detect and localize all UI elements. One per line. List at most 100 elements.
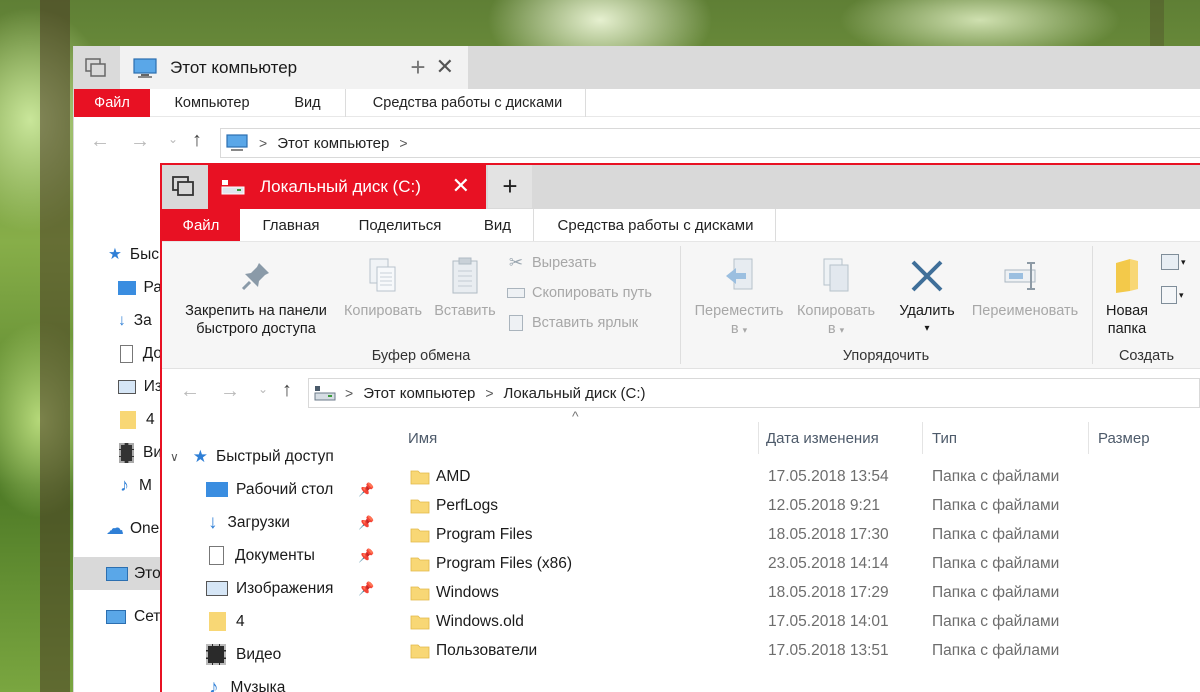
up-arrow-icon[interactable]: ↑ [282, 379, 292, 402]
column-header-date[interactable]: Дата изменения [766, 424, 879, 452]
tab-local-disk[interactable]: Локальный диск (C:) ✕ [208, 165, 486, 209]
close-icon[interactable]: ✕ [452, 175, 470, 197]
task-view-button[interactable] [162, 165, 206, 208]
file-name: Program Files (x86) [436, 554, 573, 572]
button-label: Новая [1106, 303, 1148, 319]
pin-icon[interactable]: 📌 [358, 548, 374, 564]
tab-file[interactable]: Файл [162, 209, 240, 241]
chevron-down-icon[interactable]: ⌄ [258, 382, 268, 396]
tab-drive-tools[interactable]: Средства работы с дисками [536, 209, 776, 241]
new-item-button[interactable]: ▾ [1161, 254, 1186, 270]
back-arrow-icon[interactable]: ← [180, 380, 200, 403]
new-tab-button[interactable]: + [396, 46, 440, 89]
nav-quick-access[interactable]: ∨ ★ Быстрый доступ [170, 440, 334, 473]
tab-drive-tools[interactable]: Средства работы с дисками [350, 89, 586, 117]
column-divider[interactable] [1088, 422, 1089, 454]
column-header-type[interactable]: Тип [932, 424, 957, 452]
tab-title: Локальный диск (C:) [260, 177, 421, 196]
tab-computer[interactable]: Компьютер [158, 89, 266, 117]
tab-home[interactable]: Главная [244, 209, 338, 241]
chevron-down-icon[interactable]: ⌄ [168, 132, 178, 146]
pin-icon [241, 263, 269, 291]
nav-pictures[interactable]: Изображения [206, 572, 333, 605]
file-name-cell: AMD [410, 462, 470, 491]
copy-path-button[interactable]: Скопировать путь [506, 284, 652, 302]
breadcrumb-separator[interactable]: > [485, 385, 493, 401]
button-label: Вставить [434, 303, 496, 319]
pin-icon[interactable]: 📌 [358, 581, 374, 597]
column-divider[interactable] [758, 422, 759, 454]
pin-quick-access-button[interactable]: Закрепить на панели быстрого доступа [172, 252, 340, 338]
file-type: Папка с файлами [932, 583, 1060, 601]
nav-desktop[interactable]: Рабочий стол [206, 473, 333, 506]
cut-button[interactable]: ✂ Вырезать [506, 253, 597, 272]
breadcrumb-separator[interactable]: > [399, 135, 407, 151]
file-name-cell: Пользователи [410, 636, 537, 665]
nav-documents[interactable]: Документы [206, 539, 315, 572]
nav-folder-4[interactable]: 4 [74, 403, 162, 436]
nav-videos[interactable]: Ви [74, 436, 162, 469]
nav-downloads[interactable]: ↓ За [74, 304, 162, 337]
nav-documents[interactable]: До [74, 337, 162, 370]
tab-share[interactable]: Поделиться [340, 209, 460, 241]
nav-videos[interactable]: Видео [206, 638, 281, 671]
button-label: Скопировать путь [532, 285, 652, 301]
file-date: 17.05.2018 14:01 [768, 612, 889, 630]
nav-music[interactable]: ♪ М [74, 469, 162, 502]
breadcrumb-this-pc[interactable]: Этот компьютер [277, 135, 389, 152]
dropdown-arrow-icon: ▾ [839, 325, 845, 335]
pin-icon[interactable]: 📌 [358, 515, 374, 531]
easy-access-button[interactable]: ▾ [1161, 286, 1184, 304]
address-box[interactable]: > Этот компьютер > [220, 128, 1200, 158]
move-to-button[interactable]: Переместить в ▾ [687, 252, 791, 339]
nav-folder-4[interactable]: 4 [206, 605, 245, 638]
delete-button[interactable]: Удалить ▾ [887, 252, 967, 338]
forward-arrow-icon[interactable]: → [220, 380, 240, 403]
column-header-size[interactable]: Размер [1098, 424, 1150, 452]
new-tab-button[interactable]: + [488, 165, 532, 208]
nav-music[interactable]: ♪ Музыка [206, 671, 285, 692]
tab-view[interactable]: Вид [270, 89, 346, 117]
nav-onedrive[interactable]: ☁ One [74, 512, 162, 545]
tab-view[interactable]: Вид [462, 209, 534, 241]
file-type: Папка с файлами [932, 641, 1060, 659]
column-header-name[interactable]: Имя [408, 424, 437, 452]
column-divider[interactable] [922, 422, 923, 454]
table-row[interactable]: PerfLogs 12.05.2018 9:21 Папка с файлами [384, 491, 1200, 520]
rename-button[interactable]: Переименовать [963, 252, 1087, 320]
table-row[interactable]: Пользователи 17.05.2018 13:51 Папка с файл… [384, 636, 1200, 665]
table-row[interactable]: Windows 18.05.2018 17:29 Папка с файлами [384, 578, 1200, 607]
new-folder-button[interactable]: Новая папка [1097, 252, 1157, 338]
file-date: 17.05.2018 13:54 [768, 467, 889, 485]
file-type: Папка с файлами [932, 496, 1060, 514]
copy-button[interactable]: Копировать [338, 252, 428, 320]
nav-quick-access[interactable]: ★ Быс [74, 238, 162, 271]
paste-shortcut-button[interactable]: Вставить ярлык [506, 314, 638, 332]
folder-icon [120, 410, 136, 429]
nav-pictures[interactable]: Из [74, 370, 162, 403]
breadcrumb-this-pc[interactable]: Этот компьютер [363, 385, 475, 402]
nav-this-pc[interactable]: Это [74, 557, 162, 590]
table-row[interactable]: Program Files 18.05.2018 17:30 Папка с фай… [384, 520, 1200, 549]
breadcrumb-local-disk[interactable]: Локальный диск (C:) [504, 385, 646, 402]
table-row[interactable]: AMD 17.05.2018 13:54 Папка с файлами [384, 462, 1200, 491]
pin-icon[interactable]: 📌 [358, 482, 374, 498]
address-box[interactable]: > Этот компьютер > Локальный диск (C:) [308, 378, 1200, 408]
copy-to-button[interactable]: Копировать в ▾ [789, 252, 883, 339]
dropdown-arrow-icon: ▾ [1179, 289, 1184, 300]
up-arrow-icon[interactable]: ↑ [192, 129, 202, 152]
tab-file[interactable]: Файл [74, 89, 150, 117]
nav-network[interactable]: Сет [74, 600, 162, 633]
table-row[interactable]: Program Files (x86) 23.05.2018 14:14 Папка… [384, 549, 1200, 578]
button-label: Переименовать [971, 303, 1079, 319]
file-type: Папка с файлами [932, 467, 1060, 485]
nav-downloads[interactable]: ↓ Загрузки [206, 506, 290, 539]
nav-desktop[interactable]: Ра [74, 271, 162, 304]
table-row[interactable]: Windows.old 17.05.2018 14:01 Папка с файла… [384, 607, 1200, 636]
document-icon [120, 344, 133, 363]
paste-button[interactable]: Вставить [428, 252, 502, 320]
back-arrow-icon[interactable]: ← [90, 130, 110, 153]
forward-arrow-icon[interactable]: → [130, 130, 150, 153]
task-view-button[interactable] [74, 46, 118, 89]
organize-group-label: Упорядочить [842, 348, 930, 364]
